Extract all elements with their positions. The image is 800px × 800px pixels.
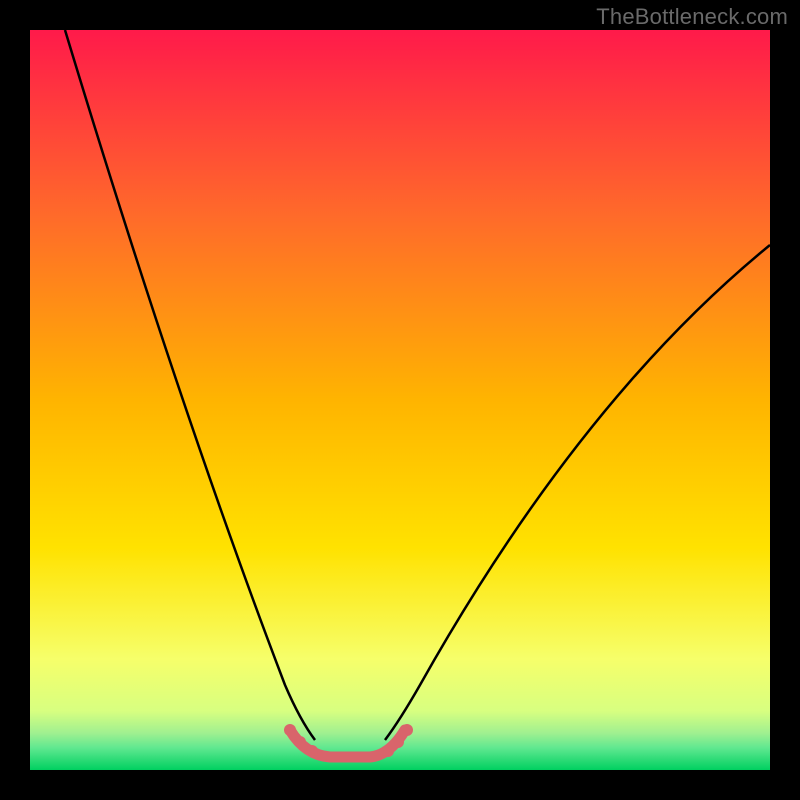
chart-frame: TheBottleneck.com xyxy=(0,0,800,800)
curve-left xyxy=(65,30,315,740)
highlight-dot xyxy=(284,724,296,736)
highlight-dot xyxy=(306,745,318,757)
highlight-dot xyxy=(392,736,404,748)
curve-right xyxy=(385,245,770,740)
bottleneck-curve xyxy=(30,30,770,770)
watermark-text: TheBottleneck.com xyxy=(596,4,788,30)
highlight-dot xyxy=(294,736,306,748)
plot-area xyxy=(30,30,770,770)
highlight-dot xyxy=(382,745,394,757)
highlight-dot xyxy=(401,724,413,736)
